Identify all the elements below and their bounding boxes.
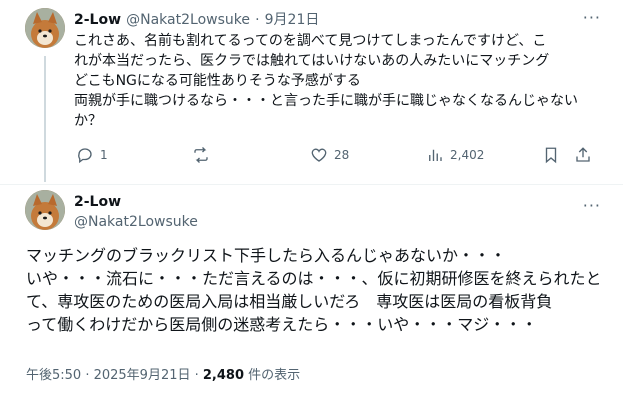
avatar[interactable] xyxy=(25,8,65,48)
reply-button[interactable]: 1 xyxy=(76,146,108,164)
tweet1-text: これさあ、名前も割れてるってのを調べて見つけてしまったんですけど、こ れが本当だ… xyxy=(74,31,604,131)
shiba-dog-avatar-icon xyxy=(25,190,65,230)
retweet-icon xyxy=(194,147,208,163)
retweet-button[interactable] xyxy=(192,146,216,164)
bookmark-button[interactable] xyxy=(542,146,560,164)
more-icon[interactable]: ··· xyxy=(583,8,601,27)
tweet-line: 両親が手に職つけるなら・・・と言った手に職が手に職じゃなくなるんじゃない xyxy=(74,93,578,109)
like-count: 28 xyxy=(334,148,350,162)
tweet2-author-name-row: 2-Low xyxy=(74,191,121,210)
views-count: 2,402 xyxy=(450,148,485,162)
share-icon xyxy=(576,147,590,162)
tweet2-text: マッチングのブラックリスト下手したら入るんじゃあないか・・・ いや・・・流石に・… xyxy=(26,244,606,336)
tweet1-action-bar: 1 28 2,402 xyxy=(74,146,594,168)
tweet-line: て、専攻医のための医局入局は相当厳しいだろ 専攻医は医局の看板背負 xyxy=(26,292,553,311)
separator: · xyxy=(255,12,260,28)
tweet-line: これさあ、名前も割れてるってのを調べて見つけてしまったんですけど、こ xyxy=(74,33,547,49)
author-name[interactable]: 2-Low xyxy=(74,194,121,210)
avatar[interactable] xyxy=(25,190,65,230)
like-button[interactable]: 28 xyxy=(310,146,349,164)
thread-connector-line xyxy=(44,56,46,182)
views-count: 2,480 xyxy=(202,368,245,383)
more-icon[interactable]: ··· xyxy=(583,196,601,215)
tweet-line: いや・・・流石に・・・ただ言えるのは・・・、仮に初期研修医を終えられたと xyxy=(26,269,602,288)
reply-count: 1 xyxy=(100,148,108,162)
bookmark-icon xyxy=(545,147,557,164)
views-icon xyxy=(429,149,442,161)
reply-icon xyxy=(78,148,92,164)
tweet-divider xyxy=(0,184,623,185)
tweet-line: れが本当だったら、医クラでは触れてはいけないあの人みたいにマッチング xyxy=(74,53,550,69)
tweet-line: か？ xyxy=(74,113,102,129)
tweet2-footer: 午後5:50 · 2025年9月21日 · 2,480 件の表示 xyxy=(26,364,300,383)
tweet-date[interactable]: 9月21日 xyxy=(265,12,320,28)
tweet1-header: 2-Low @Nakat2Lowsuke · 9月21日 xyxy=(74,9,319,29)
author-handle[interactable]: @Nakat2Lowsuke xyxy=(126,12,250,28)
shiba-dog-avatar-icon xyxy=(25,8,65,48)
tweet2-handle-row: @Nakat2Lowsuke xyxy=(74,211,198,230)
author-name[interactable]: 2-Low xyxy=(74,12,121,28)
views-label: 件の表示 xyxy=(244,368,301,383)
tweet-line: マッチングのブラックリスト下手したら入るんじゃあないか・・・ xyxy=(26,246,507,265)
author-handle[interactable]: @Nakat2Lowsuke xyxy=(74,214,198,230)
tweet-line: どこもNGになる可能性ありそうな予感がする xyxy=(74,73,361,89)
tweet-line: って働くわけだから医局側の迷惑考えたら・・・いや・・・マジ・・・ xyxy=(26,315,538,334)
views-button[interactable]: 2,402 xyxy=(426,146,484,164)
tweet-timestamp[interactable]: 午後5:50 · 2025年9月21日 · xyxy=(26,368,203,383)
share-button[interactable] xyxy=(574,146,592,164)
like-icon xyxy=(311,148,327,162)
